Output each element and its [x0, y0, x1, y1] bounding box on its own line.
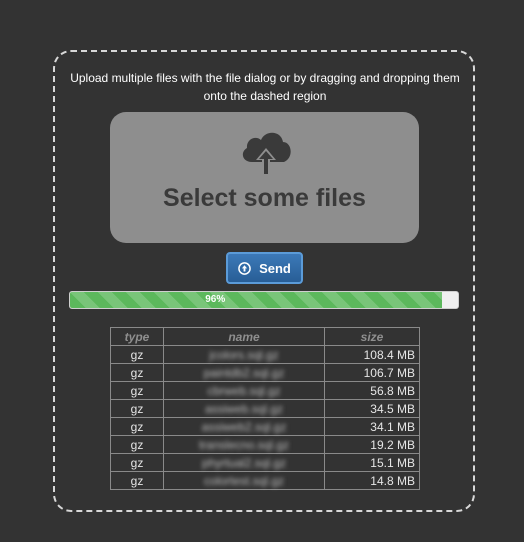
- upload-instructions: Upload multiple files with the file dial…: [70, 71, 460, 103]
- file-name: jcolors.sql.gz: [209, 347, 279, 362]
- file-name: assiweb2.sql.gz: [201, 419, 287, 434]
- select-files-button[interactable]: Select some files: [110, 112, 419, 243]
- cell-name: jcolors.sql.gz: [163, 345, 325, 364]
- table-row: gz assiweb.sql.gz 34.5 MB: [110, 399, 420, 418]
- progress-label: 96%: [205, 294, 226, 305]
- file-name: assiweb.sql.gz: [204, 401, 284, 416]
- cell-name: cbrweb.sql.gz: [163, 381, 325, 400]
- table-row: gz assiweb2.sql.gz 34.1 MB: [110, 417, 420, 436]
- file-table: type name size gz jcolors.sql.gz 108.4 M…: [110, 327, 420, 490]
- file-name: translecno.sql.gz: [198, 437, 290, 452]
- table-row: gz paintdb2.sql.gz 106.7 MB: [110, 363, 420, 382]
- cell-size: 19.2 MB: [324, 435, 420, 454]
- send-button[interactable]: Send: [226, 252, 303, 284]
- cell-name: assiweb.sql.gz: [163, 399, 325, 418]
- cell-size: 106.7 MB: [324, 363, 420, 382]
- cell-type: gz: [110, 399, 164, 418]
- cell-type: gz: [110, 417, 164, 436]
- file-name: cbrweb.sql.gz: [207, 383, 281, 398]
- file-name: paintdb2.sql.gz: [203, 365, 285, 380]
- send-label: Send: [259, 260, 291, 276]
- cell-name: paintdb2.sql.gz: [163, 363, 325, 382]
- cell-type: gz: [110, 381, 164, 400]
- header-size[interactable]: size: [324, 327, 420, 346]
- table-row: gz jcolors.sql.gz 108.4 MB: [110, 345, 420, 364]
- file-name: phyrtual2.sql.gz: [201, 455, 287, 470]
- cell-type: gz: [110, 363, 164, 382]
- cell-name: phyrtual2.sql.gz: [163, 453, 325, 472]
- table-row: gz translecno.sql.gz 19.2 MB: [110, 435, 420, 454]
- cell-size: 14.8 MB: [324, 471, 420, 490]
- table-header-row: type name size: [110, 327, 420, 346]
- cell-name: colortest.sql.gz: [163, 471, 325, 490]
- table-row: gz colortest.sql.gz 14.8 MB: [110, 471, 420, 490]
- circle-arrow-up-icon: [238, 261, 251, 275]
- cell-type: gz: [110, 345, 164, 364]
- cell-type: gz: [110, 435, 164, 454]
- cell-size: 15.1 MB: [324, 453, 420, 472]
- cell-size: 108.4 MB: [324, 345, 420, 364]
- cell-size: 56.8 MB: [324, 381, 420, 400]
- header-type[interactable]: type: [110, 327, 164, 346]
- cell-name: translecno.sql.gz: [163, 435, 325, 454]
- cell-size: 34.1 MB: [324, 417, 420, 436]
- select-files-label: Select some files: [163, 184, 366, 212]
- upload-progress-bar: 96%: [69, 291, 459, 309]
- cloud-upload-icon: [242, 132, 291, 176]
- header-name[interactable]: name: [163, 327, 325, 346]
- table-row: gz phyrtual2.sql.gz 15.1 MB: [110, 453, 420, 472]
- cell-type: gz: [110, 471, 164, 490]
- cell-name: assiweb2.sql.gz: [163, 417, 325, 436]
- cell-type: gz: [110, 453, 164, 472]
- file-name: colortest.sql.gz: [203, 473, 285, 488]
- cell-size: 34.5 MB: [324, 399, 420, 418]
- table-row: gz cbrweb.sql.gz 56.8 MB: [110, 381, 420, 400]
